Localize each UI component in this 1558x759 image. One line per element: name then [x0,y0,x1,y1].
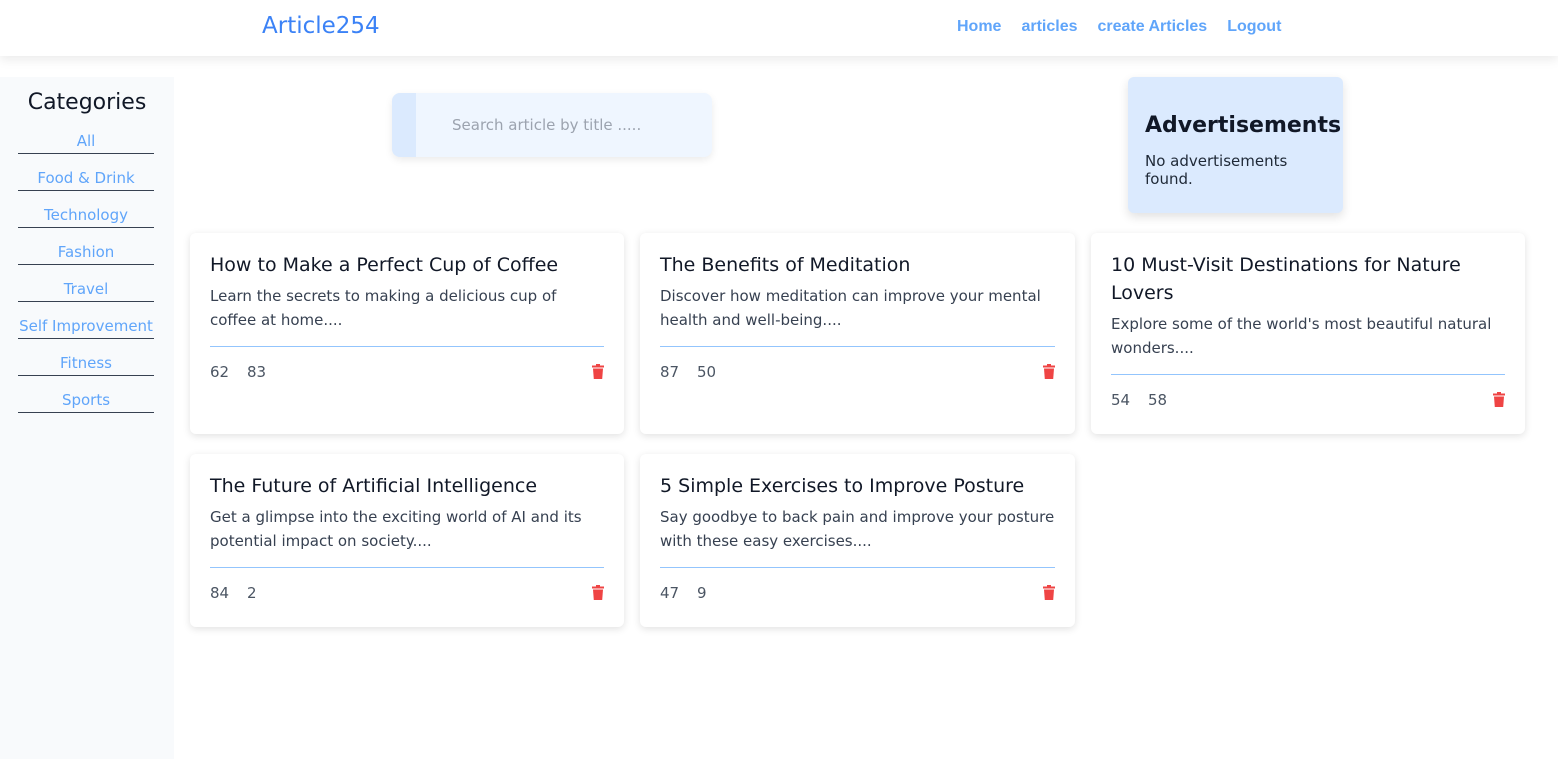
article-stat-b[interactable]: 2 [247,584,257,602]
advertisements-empty-message: No advertisements found. [1145,152,1288,188]
trash-icon[interactable] [592,364,604,379]
category-item-all[interactable]: All [18,132,154,154]
category-item-technology[interactable]: Technology [18,206,154,228]
article-title[interactable]: The Benefits of Meditation [660,251,1055,279]
article-card[interactable]: The Future of Artificial Intelligence Ge… [190,454,624,627]
categories-heading: Categories [27,90,147,115]
article-stat-a[interactable]: 87 [660,363,679,381]
article-title[interactable]: The Future of Artificial Intelligence [210,472,604,500]
article-footer: 47 9 [660,568,1055,616]
article-card[interactable]: 5 Simple Exercises to Improve Posture Sa… [640,454,1075,627]
nav-articles-link[interactable]: articles [1021,18,1077,36]
brand-logo[interactable]: Article254 [262,13,380,39]
article-footer: 84 2 [210,568,604,616]
article-title[interactable]: How to Make a Perfect Cup of Coffee [210,251,604,279]
article-description: Get a glimpse into the exciting world of… [210,508,582,550]
article-footer: 62 83 [210,347,604,395]
article-title[interactable]: 5 Simple Exercises to Improve Posture [660,472,1055,500]
trash-icon[interactable] [1043,364,1055,379]
article-footer: 87 50 [660,347,1055,395]
article-description: Explore some of the world's most beautif… [1111,315,1492,357]
article-card[interactable]: The Benefits of Meditation Discover how … [640,233,1075,434]
main-nav: Home articles create Articles Logout [957,18,1281,36]
article-stat-a[interactable]: 47 [660,584,679,602]
article-description: Discover how meditation can improve your… [660,287,1041,329]
article-card[interactable]: 10 Must-Visit Destinations for Nature Lo… [1091,233,1525,434]
search-box [392,93,712,157]
search-button[interactable] [392,93,416,157]
article-description: Say goodbye to back pain and improve you… [660,508,1055,550]
category-list: All Food & Drink Technology Fashion Trav… [0,132,174,413]
article-stat-b[interactable]: 58 [1148,391,1167,409]
advertisements-heading: Advertisements [1145,113,1342,138]
article-stat-a[interactable]: 84 [210,584,229,602]
search-input[interactable] [452,111,692,139]
nav-logout-link[interactable]: Logout [1227,18,1281,36]
nav-home-link[interactable]: Home [957,18,1001,36]
trash-icon[interactable] [592,585,604,600]
advertisements-panel: Advertisements No advertisements found. [1128,77,1343,213]
category-item-sports[interactable]: Sports [18,391,154,413]
category-item-self-improvement[interactable]: Self Improvement [18,317,154,339]
article-description: Learn the secrets to making a delicious … [210,287,557,329]
category-item-travel[interactable]: Travel [18,280,154,302]
article-title[interactable]: 10 Must-Visit Destinations for Nature Lo… [1111,251,1505,307]
article-card[interactable]: How to Make a Perfect Cup of Coffee Lear… [190,233,624,434]
article-footer: 54 58 [1111,375,1505,423]
article-stat-b[interactable]: 9 [697,584,707,602]
article-stat-b[interactable]: 50 [697,363,716,381]
article-stat-a[interactable]: 62 [210,363,229,381]
trash-icon[interactable] [1043,585,1055,600]
category-item-food-drink[interactable]: Food & Drink [18,169,154,191]
category-item-fashion[interactable]: Fashion [18,243,154,265]
article-stat-b[interactable]: 83 [247,363,266,381]
article-stat-a[interactable]: 54 [1111,391,1130,409]
category-item-fitness[interactable]: Fitness [18,354,154,376]
top-navbar: Article254 Home articles create Articles… [0,0,1558,56]
trash-icon[interactable] [1493,392,1505,407]
categories-sidebar: Categories All Food & Drink Technology F… [0,77,174,759]
nav-create-articles-link[interactable]: create Articles [1098,18,1208,36]
